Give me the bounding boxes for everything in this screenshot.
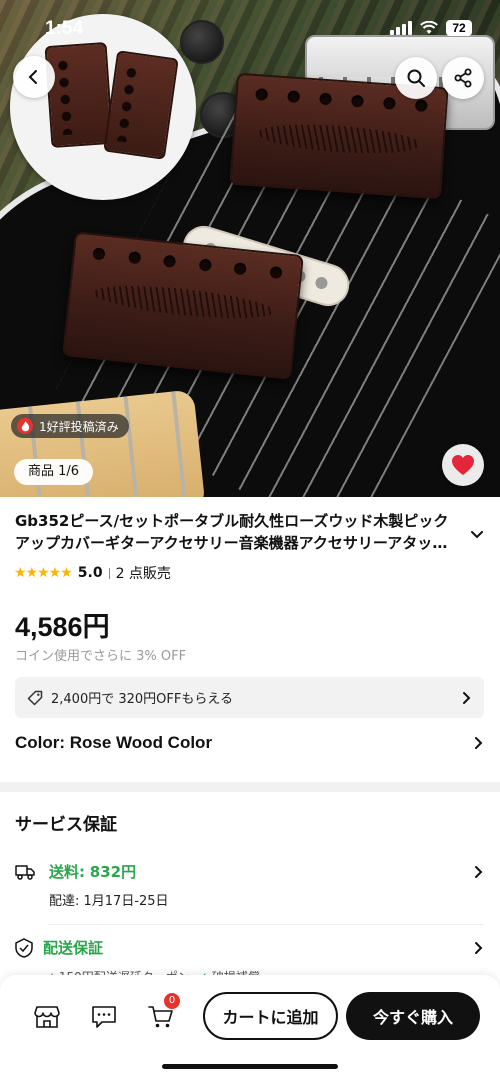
coin-discount-note: コイン使用でさらに 3% OFF [15, 649, 187, 664]
service-section-title: サービス保証 [15, 815, 117, 835]
chat-icon [92, 1006, 116, 1028]
review-badge: 1好評投稿済み [11, 414, 129, 438]
battery-icon: 72 [446, 20, 472, 36]
store-button[interactable] [30, 1000, 64, 1034]
shipping-row[interactable]: 送料: 832円 配達: 1月17日-25日 [15, 861, 484, 909]
chevron-right-icon [463, 691, 471, 704]
favorite-button[interactable] [442, 444, 484, 486]
truck-icon [15, 865, 35, 880]
section-divider [0, 782, 500, 792]
thumbnail-cover [103, 50, 179, 160]
shipping-label: 送料: [49, 863, 85, 881]
product-thumbnail-inset [10, 14, 196, 200]
buy-now-button[interactable]: 今すぐ購入 [346, 992, 480, 1040]
color-selector[interactable]: Color: Rose Wood Color [15, 733, 484, 753]
delivery-date: 配達: 1月17日-25日 [49, 894, 169, 909]
sold-count: 2 点販売 [115, 566, 171, 582]
back-arrow-icon [28, 70, 37, 84]
status-icons: 72 [390, 20, 472, 36]
chat-button[interactable] [87, 1000, 121, 1034]
coupon-banner[interactable]: 2,400円で 320円OFFもらえる [15, 677, 484, 718]
chevron-right-icon [475, 941, 483, 954]
status-time: 1:54 [45, 18, 84, 39]
image-counter: 商品 1/6 [14, 459, 94, 485]
price: 4,586円 [15, 612, 110, 642]
product-title[interactable]: Gb352ピース/セットポータブル耐久性ローズウッド木製ピックアップカバーギター… [15, 510, 462, 554]
chevron-right-icon [475, 866, 483, 878]
wifi-icon [420, 21, 438, 34]
chevron-right-icon [475, 737, 483, 749]
store-icon [34, 1006, 60, 1028]
review-badge-text: 1好評投稿済み [39, 419, 119, 434]
shield-icon [15, 937, 33, 958]
rating-row[interactable]: ★★★★★ 5.0 2 点販売 [14, 563, 171, 583]
guitar-knob [180, 20, 224, 64]
search-button[interactable] [395, 57, 437, 99]
shipping-fee: 832円 [89, 863, 137, 881]
coupon-text: 2,400円で 320円OFFもらえる [51, 692, 233, 707]
share-button[interactable] [442, 57, 484, 99]
product-image-gallery[interactable]: 1:54 72 1好評投稿済み 商品 1/6 [0, 0, 500, 497]
bottom-action-bar: 0 カートに追加 今すぐ購入 [0, 975, 500, 1080]
divider [108, 567, 110, 579]
delivery-guarantee-row[interactable]: 配送保証 [15, 937, 484, 958]
rating-value: 5.0 [77, 565, 103, 581]
color-label: Color: Rose Wood Color [15, 733, 213, 752]
guarantee-label: 配送保証 [43, 939, 104, 957]
signal-icon [390, 21, 412, 35]
fire-icon [17, 418, 33, 434]
back-button[interactable] [13, 56, 55, 98]
tag-icon [27, 690, 43, 705]
pickup-cover-bottom [62, 231, 304, 380]
search-icon [407, 69, 425, 87]
chevron-down-icon[interactable] [470, 530, 484, 540]
add-to-cart-button[interactable]: カートに追加 [203, 992, 338, 1040]
home-indicator[interactable] [162, 1064, 338, 1069]
heart-icon [452, 455, 474, 475]
share-icon [454, 68, 472, 88]
thumbnail-cover [44, 41, 114, 149]
row-divider [48, 924, 484, 925]
star-rating-icon: ★★★★★ [14, 565, 73, 581]
cart-count-badge: 0 [164, 993, 180, 1009]
